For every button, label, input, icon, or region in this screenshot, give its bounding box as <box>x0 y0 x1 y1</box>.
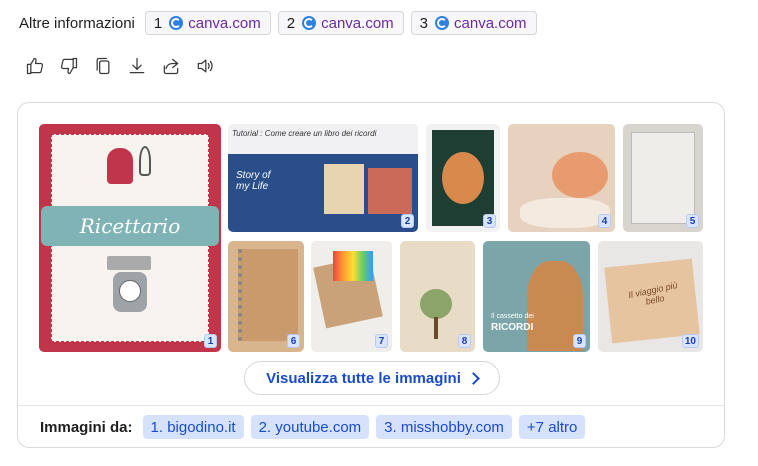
credit-chip-2[interactable]: 2. youtube.com <box>250 415 370 439</box>
image-thumbnail-1[interactable]: Ricettario 1 <box>39 124 221 352</box>
image-badge: 4 <box>598 214 611 228</box>
source-chip-3[interactable]: 3 canva.com <box>410 11 537 35</box>
download-icon[interactable] <box>126 55 148 77</box>
scale-icon <box>107 256 151 270</box>
source-domain: canva.com <box>321 14 394 32</box>
tutorial-title: Tutorial : Come creare un libro dei rico… <box>232 129 377 138</box>
image-badge: 6 <box>287 334 300 348</box>
image-badge: 5 <box>686 214 699 228</box>
whisk-icon <box>139 146 151 176</box>
cassetto-text: Il cassetto dei <box>491 313 534 320</box>
source-domain: canva.com <box>188 14 261 32</box>
image-credits-row: Immagini da: 1. bigodino.it 2. youtube.c… <box>40 415 592 439</box>
source-number: 3 <box>419 14 429 32</box>
canva-icon <box>302 16 317 30</box>
image-thumbnail-3[interactable]: 3 <box>426 124 500 232</box>
image-badge: 1 <box>204 334 217 348</box>
credit-chip-3[interactable]: 3. misshobby.com <box>376 415 512 439</box>
image-thumbnail-4[interactable]: 4 <box>508 124 615 232</box>
chevron-right-icon <box>467 371 480 385</box>
credits-label: Immagini da: <box>40 418 133 436</box>
more-info-label: Altre informazioni <box>19 14 135 32</box>
oven-mitt-icon <box>107 148 133 184</box>
image-badge: 10 <box>681 334 699 348</box>
image-badge: 2 <box>401 214 414 228</box>
ricettario-label: Ricettario <box>41 206 219 246</box>
scale-body <box>113 272 147 312</box>
image-thumbnail-9[interactable]: Il cassetto dei RICORDI 9 <box>483 241 590 352</box>
source-chip-2[interactable]: 2 canva.com <box>277 11 404 35</box>
story-text: Story of my Life <box>236 170 271 192</box>
image-badge: 3 <box>483 214 496 228</box>
thumbs-down-icon[interactable] <box>58 55 80 77</box>
view-all-label: Visualizza tutte le immagini <box>266 369 461 387</box>
copy-icon[interactable] <box>92 55 114 77</box>
source-number: 1 <box>153 14 163 32</box>
more-info-row: Altre informazioni 1 canva.com 2 canva.c… <box>19 10 544 36</box>
image-thumbnail-5[interactable]: 5 <box>623 124 703 232</box>
image-badge: 7 <box>375 334 388 348</box>
canva-icon <box>169 16 184 30</box>
image-badge: 8 <box>458 334 471 348</box>
image-thumbnail-2[interactable]: Tutorial : Come creare un libro dei rico… <box>228 124 418 232</box>
credit-chip-more[interactable]: +7 altro <box>518 415 586 439</box>
share-icon[interactable] <box>160 55 182 77</box>
thumbs-up-icon[interactable] <box>24 55 46 77</box>
source-chip-1[interactable]: 1 canva.com <box>144 11 271 35</box>
source-domain: canva.com <box>454 14 527 32</box>
image-thumbnail-7[interactable]: 7 <box>311 241 392 352</box>
image-thumbnail-6[interactable]: 6 <box>228 241 304 352</box>
view-all-images-button[interactable]: Visualizza tutte le immagini <box>244 361 500 395</box>
images-card: Ricettario 1 Tutorial : Come creare un l… <box>17 102 725 448</box>
credit-chip-1[interactable]: 1. bigodino.it <box>142 415 244 439</box>
source-number: 2 <box>286 14 296 32</box>
speaker-icon[interactable] <box>194 55 216 77</box>
ricordi-text: RICORDI <box>491 322 534 333</box>
ricettario-text: Ricettario <box>79 214 181 238</box>
response-actions <box>24 55 228 77</box>
card-divider <box>18 405 724 406</box>
image-thumbnail-8[interactable]: 8 <box>400 241 475 352</box>
image-badge: 9 <box>573 334 586 348</box>
canva-icon <box>435 16 450 30</box>
image-thumbnail-10[interactable]: Il viaggio più bello 10 <box>598 241 703 352</box>
